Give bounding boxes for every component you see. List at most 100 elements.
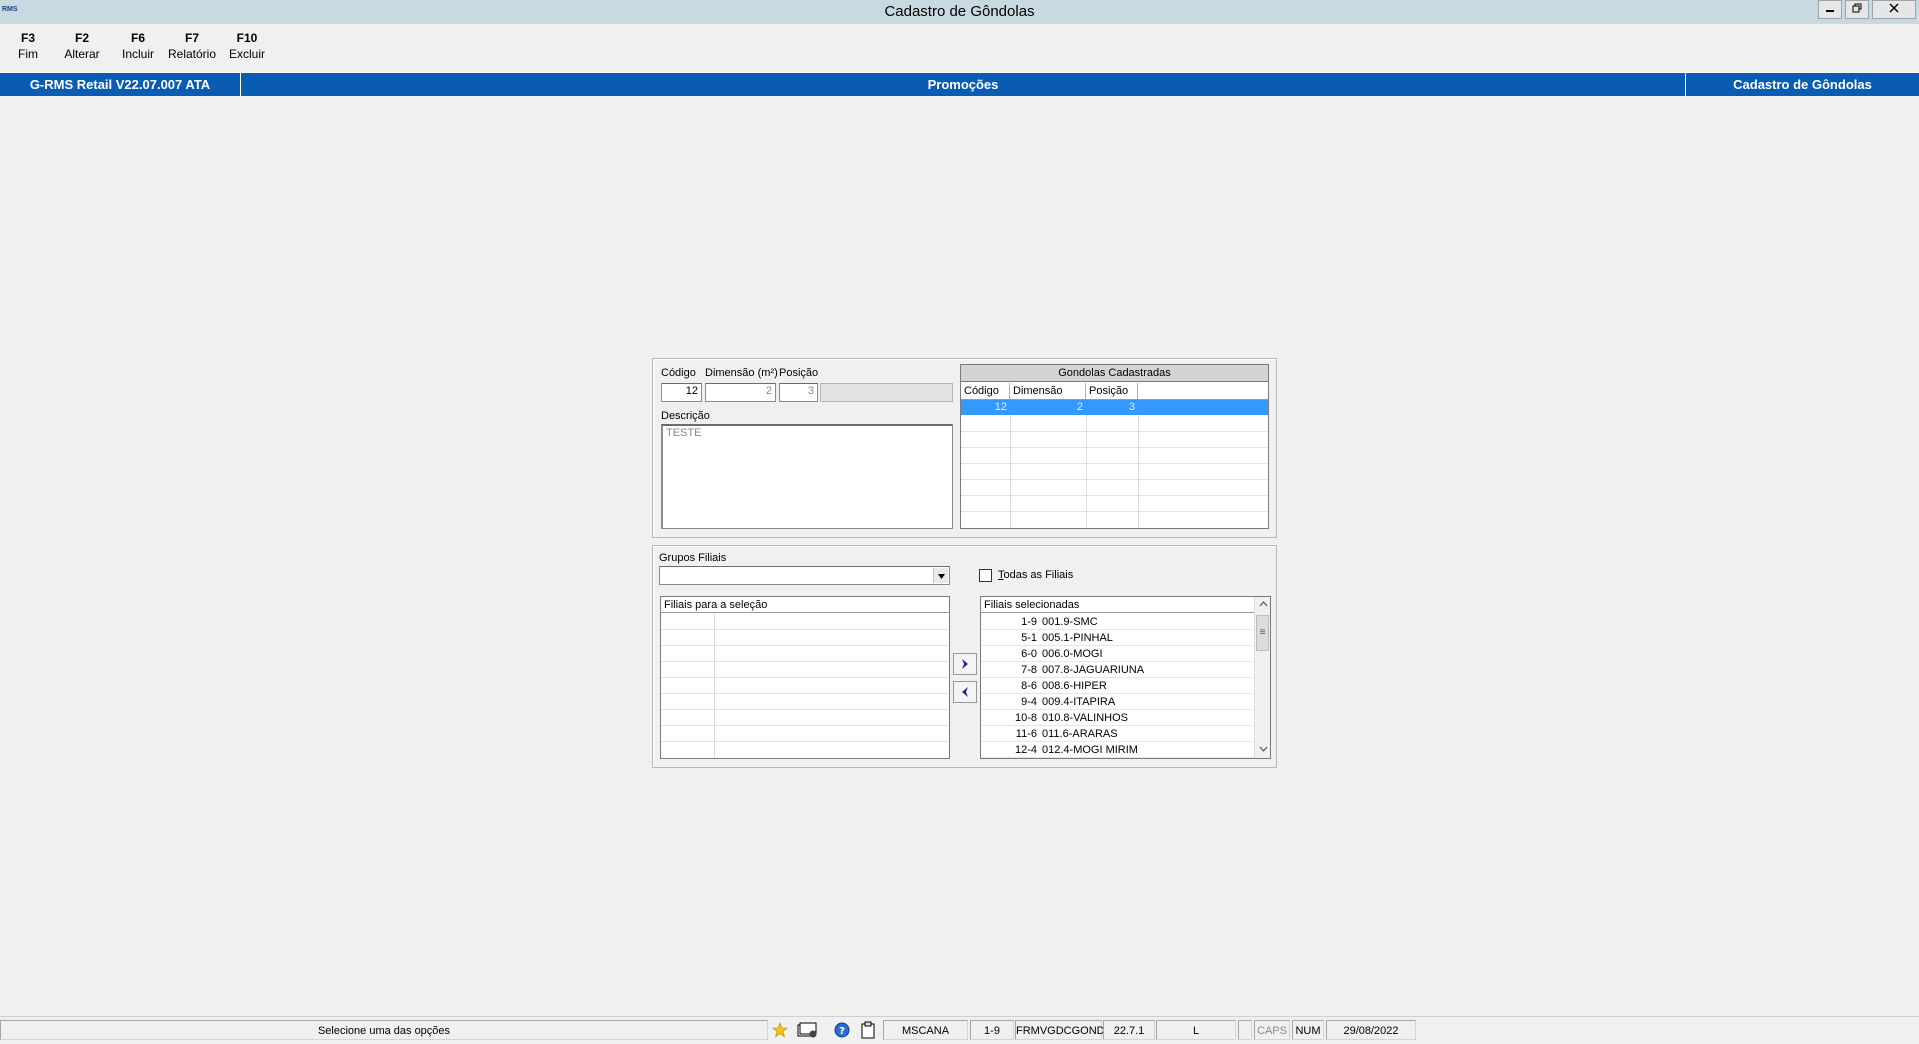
status-blank [1238, 1020, 1252, 1040]
status-bar: Selecione uma das opções ? MSCANA 1-9 FR… [0, 1016, 1919, 1041]
filial-code: 1-9 [1021, 616, 1037, 628]
restore-icon [1852, 3, 1862, 13]
fim-button[interactable]: F3 Fim [0, 30, 56, 62]
grupos-filiais-select[interactable] [659, 566, 950, 585]
filial-row[interactable]: 1-9 001.9-SMC [981, 614, 1254, 630]
grid-row-line [961, 511, 1268, 512]
filiais-selecionadas-header: Filiais selecionadas [981, 597, 1254, 613]
grupos-filiais-label: Grupos Filiais [659, 552, 727, 564]
filial-row[interactable]: 6-0 006.0-MOGI [981, 646, 1254, 662]
posicao-description-field [820, 383, 953, 402]
minimize-icon [1826, 10, 1834, 12]
status-num: NUM [1292, 1020, 1324, 1040]
incluir-label: Incluir [121, 47, 154, 61]
scroll-thumb[interactable]: ≡ [1256, 615, 1269, 651]
screen-label: Cadastro de Gôndolas [1685, 73, 1919, 96]
move-left-button[interactable] [953, 681, 977, 703]
filial-name: 010.8-VALINHOS [1042, 712, 1129, 724]
gondolas-grid: Gondolas Cadastradas Código Dimensão (m²… [960, 364, 1269, 529]
scroll-up-button[interactable] [1256, 598, 1270, 612]
filial-code: 10-8 [1014, 712, 1037, 724]
grid-row-line [661, 741, 949, 742]
chevron-left-icon [962, 687, 968, 697]
scroll-down-button[interactable] [1256, 742, 1270, 756]
status-date: 29/08/2022 [1326, 1020, 1416, 1040]
filiais-selecionadas-list[interactable]: Filiais selecionadas 1-9 001.9-SMC 5-1 005.… [980, 596, 1271, 759]
filial-code: 6-0 [1021, 648, 1037, 660]
fim-key: F3 [20, 31, 35, 45]
filial-row[interactable]: 5-1 005.1-PINHAL [981, 630, 1254, 646]
grid-row-line [961, 479, 1268, 480]
posicao-input[interactable]: 3 [779, 383, 818, 402]
dimensao-input[interactable]: 2 [705, 383, 776, 402]
help-icon: ? [834, 1022, 850, 1038]
minimize-button[interactable] [1818, 0, 1842, 19]
row-dimensao-cell: 2 [1076, 401, 1083, 413]
scroll-down-icon [1259, 746, 1267, 752]
filial-row[interactable]: 12-4 012.4-MOGI MIRIM [981, 742, 1254, 758]
filial-row[interactable]: 8-6 008.6-HIPER [981, 678, 1254, 694]
filial-row[interactable]: 11-6 011.6-ARARAS [981, 726, 1254, 742]
restore-button[interactable] [1845, 0, 1869, 19]
descricao-textarea[interactable]: TESTE [661, 424, 953, 529]
status-mode: L [1156, 1020, 1236, 1040]
grid-row-line [661, 629, 949, 630]
status-version: 22.7.1 [1103, 1020, 1155, 1040]
clipboard-button[interactable] [857, 1020, 879, 1040]
filial-name: 001.9-SMC [1042, 616, 1098, 628]
row-codigo-cell: 12 [994, 401, 1007, 413]
version-label: G-RMS Retail V22.07.007 ATA [0, 73, 241, 96]
status-caps: CAPS [1254, 1020, 1290, 1040]
incluir-button[interactable]: F6 Incluir [110, 30, 166, 62]
filial-name: 005.1-PINHAL [1042, 632, 1113, 644]
col-codigo-header[interactable]: Código [961, 383, 1010, 399]
filiais-disponiveis-list[interactable]: Filiais para a seleção [660, 596, 950, 759]
grid-row-line [661, 709, 949, 710]
help-button[interactable]: ? [831, 1020, 853, 1040]
filial-row[interactable]: 9-4 009.4-ITAPIRA [981, 694, 1254, 710]
filiais-selecionadas-rows: 1-9 001.9-SMC 5-1 005.1-PINHAL 6-0 006.0-MOGI… [981, 614, 1254, 758]
filial-code: 11-6 [1015, 728, 1037, 740]
gondola-row-selected[interactable]: 12 2 3 [961, 400, 1268, 415]
status-message: Selecione uma das opções [0, 1020, 768, 1040]
chevron-down-icon [937, 574, 945, 579]
filial-row[interactable]: 7-8 007.8-JAGUARIUNA [981, 662, 1254, 678]
filial-name: 008.6-HIPER [1042, 680, 1107, 692]
folder-icon [797, 1022, 817, 1038]
favorite-button[interactable] [769, 1020, 791, 1040]
folder-button[interactable] [794, 1020, 822, 1040]
excluir-button[interactable]: F10 Excluir [219, 30, 275, 62]
codigo-input[interactable]: 12 [661, 383, 702, 402]
close-button[interactable] [1872, 0, 1916, 19]
dropdown-button[interactable] [933, 568, 948, 583]
col-posicao-header[interactable]: Posição [1086, 383, 1138, 399]
alterar-label: Alterar [64, 47, 100, 61]
grid-row-line [661, 661, 949, 662]
scroll-up-icon [1259, 601, 1267, 607]
grid-divider [714, 614, 715, 758]
alterar-button[interactable]: F2 Alterar [54, 30, 110, 62]
clipboard-icon [861, 1021, 875, 1039]
incluir-key: F6 [130, 31, 145, 45]
svg-text:?: ? [839, 1026, 845, 1037]
relatorio-button[interactable]: F7 Relatório [164, 30, 220, 62]
grid-row-line [961, 463, 1268, 464]
grid-row-line [961, 447, 1268, 448]
relatorio-label: Relatório [167, 47, 217, 61]
filial-name: 006.0-MOGI [1042, 648, 1103, 660]
filial-name: 007.8-JAGUARIUNA [1042, 664, 1145, 676]
module-header-bar: G-RMS Retail V22.07.007 ATA Promoções Ca… [0, 72, 1919, 96]
star-icon [772, 1022, 788, 1038]
move-right-button[interactable] [953, 653, 977, 675]
col-dimensao-header[interactable]: Dimensão (m²) [1010, 383, 1086, 413]
dimensao-label: Dimensão (m²) [705, 367, 778, 379]
filial-name: 009.4-ITAPIRA [1042, 696, 1116, 708]
grid-row-line [661, 725, 949, 726]
grid-row-line [661, 693, 949, 694]
vertical-scrollbar[interactable]: ≡ [1254, 597, 1270, 758]
descricao-label: Descrição [661, 410, 710, 422]
filial-row[interactable]: 10-8 010.8-VALINHOS [981, 710, 1254, 726]
todas-filiais-checkbox[interactable] [979, 569, 992, 582]
alterar-key: F2 [74, 31, 89, 45]
todas-filiais-label[interactable]: Todas as Filiais [998, 569, 1073, 581]
